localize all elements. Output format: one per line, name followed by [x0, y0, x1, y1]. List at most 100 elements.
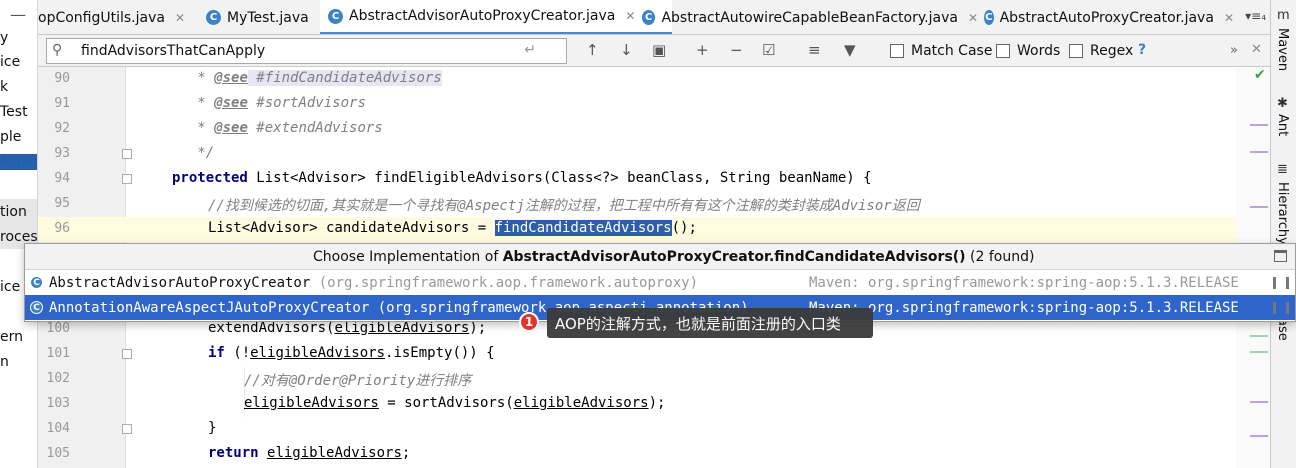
line-number: 91	[54, 96, 70, 111]
search-field[interactable]: ⚲ ↵	[46, 38, 567, 64]
popup-title: Choose Implementation of AbstractAdvisor…	[313, 249, 1035, 265]
code-text: if (!eligibleAdvisors.isEmpty()) {	[208, 345, 495, 361]
hierarchy-tool-button[interactable]: Hierarchy	[1275, 182, 1290, 245]
tab-abstractadvisorautoproxycreator[interactable]: C AbstractAdvisorAutoProxyCreator.java ✕	[320, 0, 672, 34]
select-all-occurrences-icon[interactable]: ☑	[762, 41, 775, 59]
line-number: 95	[54, 196, 70, 211]
collapse-icon[interactable]: —	[10, 5, 26, 24]
code-line: 95 //找到候选的切面,其实就是一个寻找有@Aspectj注解的过程，把工程中…	[38, 192, 1270, 217]
stripe-marker[interactable]	[1250, 435, 1268, 437]
add-occurrence-icon[interactable]: +	[696, 41, 709, 59]
checkbox-box[interactable]	[996, 44, 1010, 58]
tree-item-selected[interactable]: Aspect	[0, 154, 37, 170]
class-icon: C	[30, 276, 43, 289]
tree-item[interactable]: n	[0, 354, 9, 370]
implementation-library: Maven: org.springframework:spring-aop:5.…	[809, 300, 1239, 316]
tab-opconfigutils[interactable]: opConfigUtils.java ✕	[38, 0, 200, 34]
code-text: protected List<Advisor> findEligibleAdvi…	[172, 170, 872, 186]
stripe-marker[interactable]	[1250, 351, 1268, 353]
regex-label: Regex	[1090, 43, 1134, 59]
stripe-marker[interactable]	[1250, 151, 1268, 153]
implementation-name: AbstractAdvisorAutoProxyCreator (org.spr…	[49, 275, 699, 291]
next-occurrence-icon[interactable]: ↓	[620, 41, 633, 59]
hierarchy-icon[interactable]: ≣	[1277, 162, 1288, 177]
tree-item[interactable]: y	[0, 30, 8, 46]
code-text: extendAdvisors(eligibleAdvisors);	[208, 320, 487, 336]
code-line: 93 */	[38, 142, 1270, 167]
tree-item[interactable]: ice	[0, 54, 20, 70]
tree-item[interactable]: ern	[0, 329, 23, 345]
tree-item[interactable]: tion	[0, 204, 27, 220]
class-icon: C	[206, 10, 221, 25]
fold-marker-icon[interactable]	[122, 349, 132, 359]
regex-checkbox[interactable]: Regex	[1069, 43, 1133, 59]
line-number: 92	[54, 121, 70, 136]
line-number: 94	[54, 171, 70, 186]
checkbox-box[interactable]	[1069, 44, 1083, 58]
tab-label: opConfigUtils.java	[38, 9, 165, 26]
code-text: * @see #extendAdvisors	[172, 120, 383, 136]
tree-item[interactable]: ple	[0, 129, 21, 145]
class-icon: C	[984, 10, 994, 25]
line-number: 102	[46, 371, 70, 386]
tree-item[interactable]: ice	[0, 279, 20, 295]
maven-icon[interactable]: m	[1277, 8, 1290, 23]
more-options-icon[interactable]: »	[1230, 43, 1238, 58]
popup-header: Choose Implementation of AbstractAdvisor…	[25, 244, 1295, 270]
code-comment: //找到候选的切面,其实就是一个寻找有@Aspectj注解的过程，把工程中所有有…	[208, 198, 920, 214]
code-line: 92 * @see #extendAdvisors	[38, 117, 1270, 142]
line-number: 105	[46, 446, 70, 461]
previous-occurrence-icon[interactable]: ↑	[586, 41, 599, 59]
find-in-window-icon[interactable]: ▣	[652, 41, 666, 59]
tool-window-strip: m Maven ✱ Ant ≣ Hierarchy ase	[1270, 0, 1296, 468]
line-number: 103	[46, 396, 70, 411]
ant-icon[interactable]: ✱	[1277, 96, 1288, 111]
checkbox-box[interactable]	[890, 44, 904, 58]
fold-marker-icon[interactable]	[122, 424, 132, 434]
tab-abstractautowirecapablebeanfactory[interactable]: C AbstractAutowireCapableBeanFactory.jav…	[634, 0, 978, 34]
stripe-marker[interactable]	[1250, 206, 1268, 208]
class-icon: C	[30, 301, 43, 314]
code-comment: //对有@Order@Priority进行排序	[244, 373, 472, 389]
filter-options-icon[interactable]: ≡	[808, 41, 821, 59]
close-icon[interactable]: ✕	[1251, 42, 1262, 57]
implementation-row[interactable]: C AbstractAdvisorAutoProxyCreator (org.s…	[25, 270, 1295, 295]
fold-marker-icon[interactable]	[122, 174, 132, 184]
pin-window-icon[interactable]	[1274, 250, 1287, 262]
line-number: 90	[54, 71, 70, 86]
code-line: 90 * @see #findCandidateAdvisors	[38, 67, 1270, 92]
code-line: 91 * @see #sortAdvisors	[38, 92, 1270, 117]
close-icon[interactable]: ✕	[175, 11, 185, 25]
tab-overflow-menu-icon[interactable]: ▾≡₄	[1245, 9, 1266, 23]
tree-item[interactable]: Test	[0, 104, 28, 120]
project-tree-panel: — y ice k Test ple Aspect tion rocess ic…	[0, 0, 38, 468]
code-line: 94 protected List<Advisor> findEligibleA…	[38, 167, 1270, 192]
code-text: */	[172, 145, 215, 161]
code-text: * @see #findCandidateAdvisors	[172, 70, 442, 86]
tree-item[interactable]: k	[0, 79, 8, 95]
ant-tool-button[interactable]: Ant	[1275, 114, 1290, 136]
class-icon: C	[642, 10, 656, 25]
search-input[interactable]	[81, 42, 501, 60]
check-icon: ✔	[1254, 67, 1266, 83]
words-checkbox[interactable]: Words	[996, 43, 1060, 59]
search-icon[interactable]: ⚲	[52, 42, 62, 58]
library-icon	[1273, 277, 1289, 289]
stripe-marker[interactable]	[1250, 335, 1268, 337]
regex-help-icon[interactable]: ?	[1138, 42, 1146, 58]
code-text: * @see #sortAdvisors	[172, 95, 366, 111]
tab-label: AbstractAdvisorAutoProxyCreator.java	[349, 8, 616, 24]
close-icon[interactable]: ✕	[1224, 11, 1234, 25]
maven-tool-button[interactable]: Maven	[1275, 28, 1290, 71]
line-number: 93	[54, 146, 70, 161]
match-case-checkbox[interactable]: Match Case	[890, 43, 992, 59]
stripe-marker[interactable]	[1250, 401, 1268, 403]
annotation-tooltip: AOP的注解方式，也就是前面注册的入口类	[547, 308, 873, 338]
tab-abstractautoproxycreator[interactable]: C AbstractAutoProxyCreator.java ✕	[976, 0, 1234, 34]
search-history-icon[interactable]: ↵	[524, 42, 536, 58]
code-text: return eligibleAdvisors;	[208, 445, 411, 461]
remove-occurrence-icon[interactable]: −	[730, 41, 743, 59]
filter-icon[interactable]: ▼	[844, 41, 856, 59]
fold-marker-icon[interactable]	[122, 149, 132, 159]
stripe-marker[interactable]	[1250, 124, 1268, 126]
